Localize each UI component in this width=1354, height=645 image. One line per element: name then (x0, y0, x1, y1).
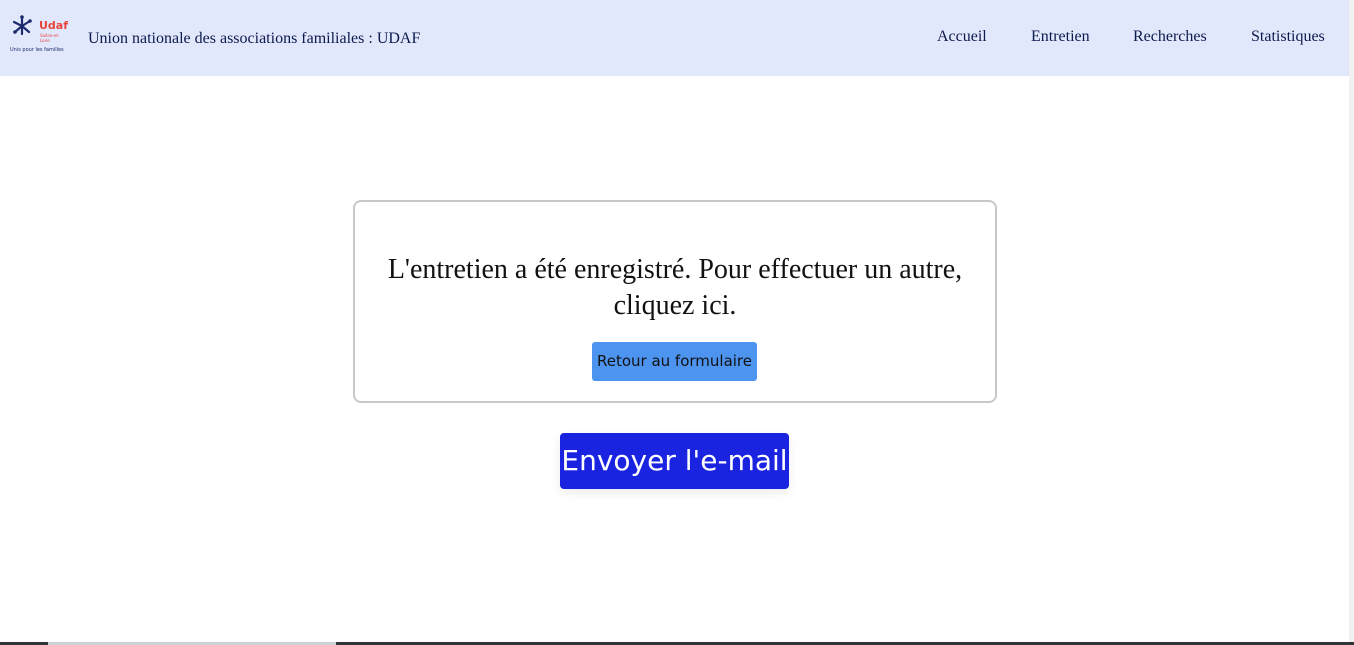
logo-text: Udaf (39, 19, 69, 32)
logo-tagline: Unis pour les familles (10, 47, 64, 53)
top-navbar: Udaf Saône-et-Loire Unis pour les famill… (0, 0, 1349, 76)
nav-link-recherches[interactable]: Recherches (1133, 27, 1207, 47)
nav-link-statistiques[interactable]: Statistiques (1251, 27, 1325, 47)
nav-link-accueil[interactable]: Accueil (937, 27, 987, 47)
page: Udaf Saône-et-Loire Unis pour les famill… (0, 0, 1354, 645)
site-title: Union nationale des associations familia… (88, 30, 421, 47)
confirmation-card: L'entretien a été enregistré. Pour effec… (353, 200, 997, 403)
udaf-logo[interactable]: Udaf Saône-et-Loire Unis pour les famill… (9, 14, 71, 58)
back-to-form-button[interactable]: Retour au formulaire (592, 342, 757, 381)
logo-subtext: Saône-et-Loire (40, 33, 60, 43)
nav-link-entretien[interactable]: Entretien (1031, 27, 1090, 47)
confirmation-message: L'entretien a été enregistré. Pour effec… (387, 254, 963, 321)
send-email-button[interactable]: Envoyer l'e-mail (560, 433, 789, 489)
vertical-scrollbar[interactable] (1349, 0, 1354, 645)
